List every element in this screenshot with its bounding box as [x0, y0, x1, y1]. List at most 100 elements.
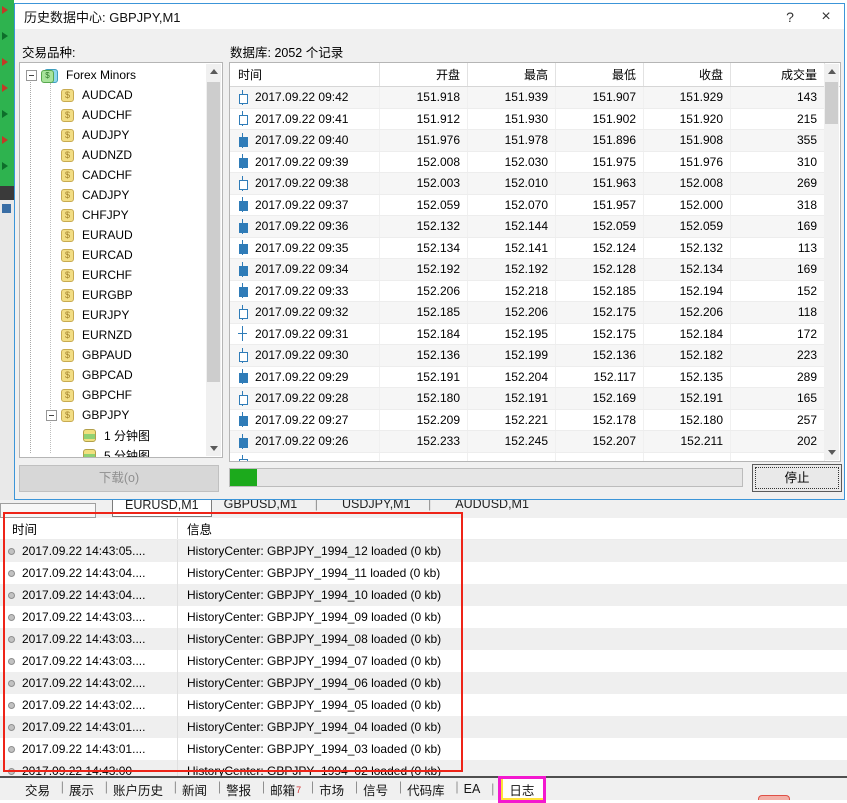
- cell-high: 152.141: [468, 238, 556, 259]
- tree-scrollbar[interactable]: [206, 64, 221, 456]
- scroll-up-icon[interactable]: [206, 64, 221, 79]
- tree-item[interactable]: CHFJPY: [22, 205, 205, 225]
- cell-high: 152.030: [468, 152, 556, 173]
- tree-item[interactable]: EURJPY: [22, 305, 205, 325]
- cell-close: 152.000: [644, 195, 731, 216]
- journal-row[interactable]: 2017.09.22 14:43:02.... HistoryCenter: G…: [0, 694, 847, 716]
- stop-button[interactable]: 停止: [752, 464, 842, 492]
- journal-row[interactable]: 2017.09.22 14:43:01.... HistoryCenter: G…: [0, 738, 847, 760]
- tree-item[interactable]: CADJPY: [22, 185, 205, 205]
- candle-icon: [238, 197, 247, 212]
- log-bullet-icon: [8, 614, 15, 621]
- terminal-tab[interactable]: 警报: [217, 778, 261, 801]
- journal-row-message: HistoryCenter: GBPJPY_1994_09 loaded (0 …: [178, 610, 441, 624]
- cell-open: 152.136: [380, 345, 468, 366]
- chart-tab-label: EURUSD,M1: [125, 500, 199, 512]
- journal-row[interactable]: 2017.09.22 14:43:05.... HistoryCenter: G…: [0, 540, 847, 562]
- tree-item[interactable]: EURNZD: [22, 325, 205, 345]
- journal-row[interactable]: 2017.09.22 14:43:00 HistoryCenter: GBPJP…: [0, 760, 847, 776]
- cell-close: 152.134: [644, 259, 731, 280]
- table-row[interactable]: 2017.09.22 09:36 152.132 152.144 152.059…: [230, 216, 825, 238]
- table-row[interactable]: [230, 453, 825, 462]
- terminal-tab[interactable]: 交易: [16, 778, 60, 801]
- chart-tab[interactable]: GBPUSD,M1: [212, 500, 330, 515]
- terminal-tab[interactable]: 代码库: [398, 778, 455, 801]
- table-row[interactable]: 2017.09.22 09:37 152.059 152.070 151.957…: [230, 195, 825, 217]
- table-row[interactable]: 2017.09.22 09:33 152.206 152.218 152.185…: [230, 281, 825, 303]
- terminal-tab[interactable]: 邮箱 7: [261, 778, 310, 801]
- tree-item[interactable]: AUDNZD: [22, 145, 205, 165]
- cell-low: 151.963: [556, 173, 644, 194]
- journal-row[interactable]: 2017.09.22 14:43:04.... HistoryCenter: G…: [0, 584, 847, 606]
- table-row[interactable]: 2017.09.22 09:41 151.912 151.930 151.902…: [230, 109, 825, 131]
- terminal-tab[interactable]: 日志: [498, 776, 546, 803]
- table-row[interactable]: 2017.09.22 09:35 152.134 152.141 152.124…: [230, 238, 825, 260]
- scrollbar-thumb[interactable]: [207, 82, 220, 382]
- table-row[interactable]: 2017.09.22 09:28 152.180 152.191 152.169…: [230, 388, 825, 410]
- tree-item[interactable]: CADCHF: [22, 165, 205, 185]
- tree-item[interactable]: 5 分钟图: [22, 445, 205, 457]
- table-row[interactable]: 2017.09.22 09:27 152.209 152.221 152.178…: [230, 410, 825, 432]
- expander-icon[interactable]: [26, 70, 37, 81]
- market-watch-strip: [0, 0, 14, 186]
- table-scrollbar[interactable]: [824, 64, 839, 460]
- tree-item[interactable]: EURAUD: [22, 225, 205, 245]
- scroll-down-icon[interactable]: [824, 445, 839, 460]
- table-row[interactable]: 2017.09.22 09:38 152.003 152.010 151.963…: [230, 173, 825, 195]
- tree-item[interactable]: Forex Minors: [22, 65, 205, 85]
- chart-tab[interactable]: EURUSD,M1: [112, 500, 212, 517]
- journal-row[interactable]: 2017.09.22 14:43:03.... HistoryCenter: G…: [0, 606, 847, 628]
- terminal-tab[interactable]: 市场: [310, 778, 354, 801]
- tree-item[interactable]: GBPCHF: [22, 385, 205, 405]
- tree-item[interactable]: AUDCAD: [22, 85, 205, 105]
- table-row[interactable]: 2017.09.22 09:29 152.191 152.204 152.117…: [230, 367, 825, 389]
- tree-item[interactable]: GBPJPY: [22, 405, 205, 425]
- chart-tab[interactable]: AUDUSD,M1: [443, 500, 541, 515]
- table-row[interactable]: 2017.09.22 09:31 152.184 152.195 152.175…: [230, 324, 825, 346]
- table-row[interactable]: 2017.09.22 09:30 152.136 152.199 152.136…: [230, 345, 825, 367]
- cell-low: 151.907: [556, 87, 644, 108]
- terminal-tab[interactable]: 展示: [60, 778, 104, 801]
- journal-row[interactable]: 2017.09.22 14:43:01.... HistoryCenter: G…: [0, 716, 847, 738]
- table-row[interactable]: 2017.09.22 09:40 151.976 151.978 151.896…: [230, 130, 825, 152]
- chart-tab[interactable]: USDJPY,M1: [330, 500, 443, 515]
- scroll-up-icon[interactable]: [824, 64, 839, 79]
- terminal-tab[interactable]: 账户历史: [104, 778, 173, 801]
- terminal-tab[interactable]: EA: [455, 780, 491, 798]
- scrollbar-thumb[interactable]: [825, 82, 838, 124]
- cell-close: 152.135: [644, 367, 731, 388]
- tree-item[interactable]: EURGBP: [22, 285, 205, 305]
- journal-row[interactable]: 2017.09.22 14:43:03.... HistoryCenter: G…: [0, 650, 847, 672]
- dialog-title-bar[interactable]: 历史数据中心: GBPJPY,M1 ? ×: [15, 4, 844, 29]
- tree-item[interactable]: GBPCAD: [22, 365, 205, 385]
- table-row[interactable]: 2017.09.22 09:39 152.008 152.030 151.975…: [230, 152, 825, 174]
- journal-row[interactable]: 2017.09.22 14:43:03.... HistoryCenter: G…: [0, 628, 847, 650]
- tree-item[interactable]: EURCHF: [22, 265, 205, 285]
- cell-open: 152.191: [380, 367, 468, 388]
- table-row[interactable]: 2017.09.22 09:34 152.192 152.192 152.128…: [230, 259, 825, 281]
- scroll-down-icon[interactable]: [206, 441, 221, 456]
- terminal-tab[interactable]: 新闻: [173, 778, 217, 801]
- journal-row[interactable]: 2017.09.22 14:43:02.... HistoryCenter: G…: [0, 672, 847, 694]
- cell-low: 152.169: [556, 388, 644, 409]
- table-row[interactable]: 2017.09.22 09:42 151.918 151.939 151.907…: [230, 87, 825, 109]
- cell-open: 152.059: [380, 195, 468, 216]
- tree-item[interactable]: AUDCHF: [22, 105, 205, 125]
- download-button[interactable]: 下载(o): [19, 465, 219, 492]
- tree-item[interactable]: 1 分钟图: [22, 425, 205, 445]
- history-table: 时间 开盘 最高 最低 收盘 成交量 2017.09.22 09:42 151.…: [229, 62, 841, 462]
- tree-item[interactable]: AUDJPY: [22, 125, 205, 145]
- cell-time: 2017.09.22 09:42: [255, 90, 348, 104]
- terminal-tab[interactable]: 信号: [354, 778, 398, 801]
- tree-item[interactable]: GBPAUD: [22, 345, 205, 365]
- table-row[interactable]: 2017.09.22 09:32 152.185 152.206 152.175…: [230, 302, 825, 324]
- tree-item[interactable]: EURCAD: [22, 245, 205, 265]
- tree-item-label: 1 分钟图: [101, 426, 153, 445]
- journal-row[interactable]: 2017.09.22 14:43:04.... HistoryCenter: G…: [0, 562, 847, 584]
- symbol-icon: [61, 149, 74, 162]
- close-icon[interactable]: ×: [808, 8, 844, 26]
- table-row[interactable]: 2017.09.22 09:26 152.233 152.245 152.207…: [230, 431, 825, 453]
- candle-icon: [238, 412, 247, 427]
- help-icon[interactable]: ?: [772, 9, 808, 25]
- expander-icon[interactable]: [46, 410, 57, 421]
